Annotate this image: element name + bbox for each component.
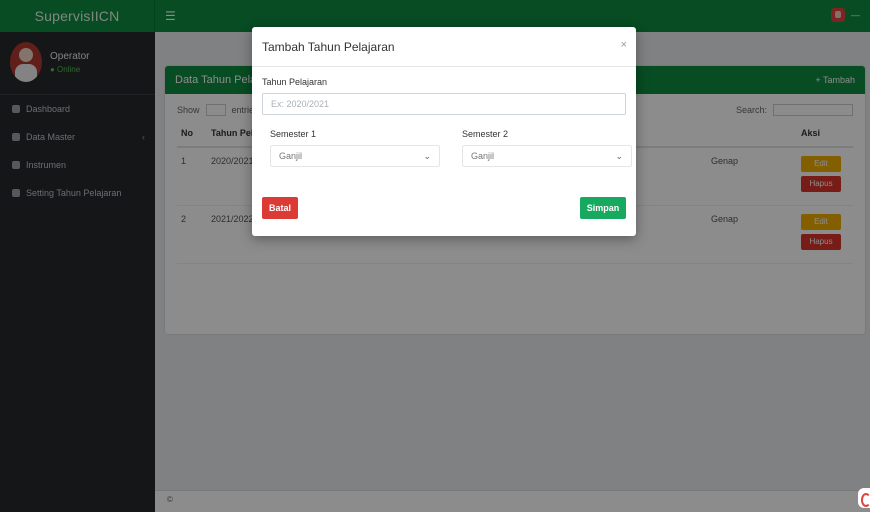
modal-header: Tambah Tahun Pelajaran × [252,27,636,67]
add-year-modal: Tambah Tahun Pelajaran × Tahun Pelajaran… [252,27,636,236]
close-icon[interactable]: × [621,39,627,51]
modal-title: Tambah Tahun Pelajaran [262,39,395,54]
semester2-label: Semester 2 [462,129,509,139]
semester-row: Semester 1 Ganjil ⌄ Semester 2 Ganjil ⌄ [262,129,632,167]
cancel-button[interactable]: Batal [262,197,298,219]
floating-help-icon[interactable] [858,488,870,508]
semester1-select[interactable]: Ganjil ⌄ [270,145,440,167]
modal-actions: Batal Simpan [262,197,626,219]
save-button[interactable]: Simpan [580,197,626,219]
tahun-pelajaran-label: Tahun Pelajaran [262,77,328,87]
modal-body: Tahun Pelajaran Semester 1 Ganjil ⌄ Seme… [252,67,636,167]
semester2-select[interactable]: Ganjil ⌄ [462,145,632,167]
chevron-down-icon: ⌄ [423,150,431,161]
semester2-value: Ganjil [471,151,495,161]
chevron-down-icon: ⌄ [615,150,623,161]
semester1-label: Semester 1 [270,129,317,139]
tahun-pelajaran-input[interactable] [262,93,626,115]
semester1-value: Ganjil [279,151,303,161]
